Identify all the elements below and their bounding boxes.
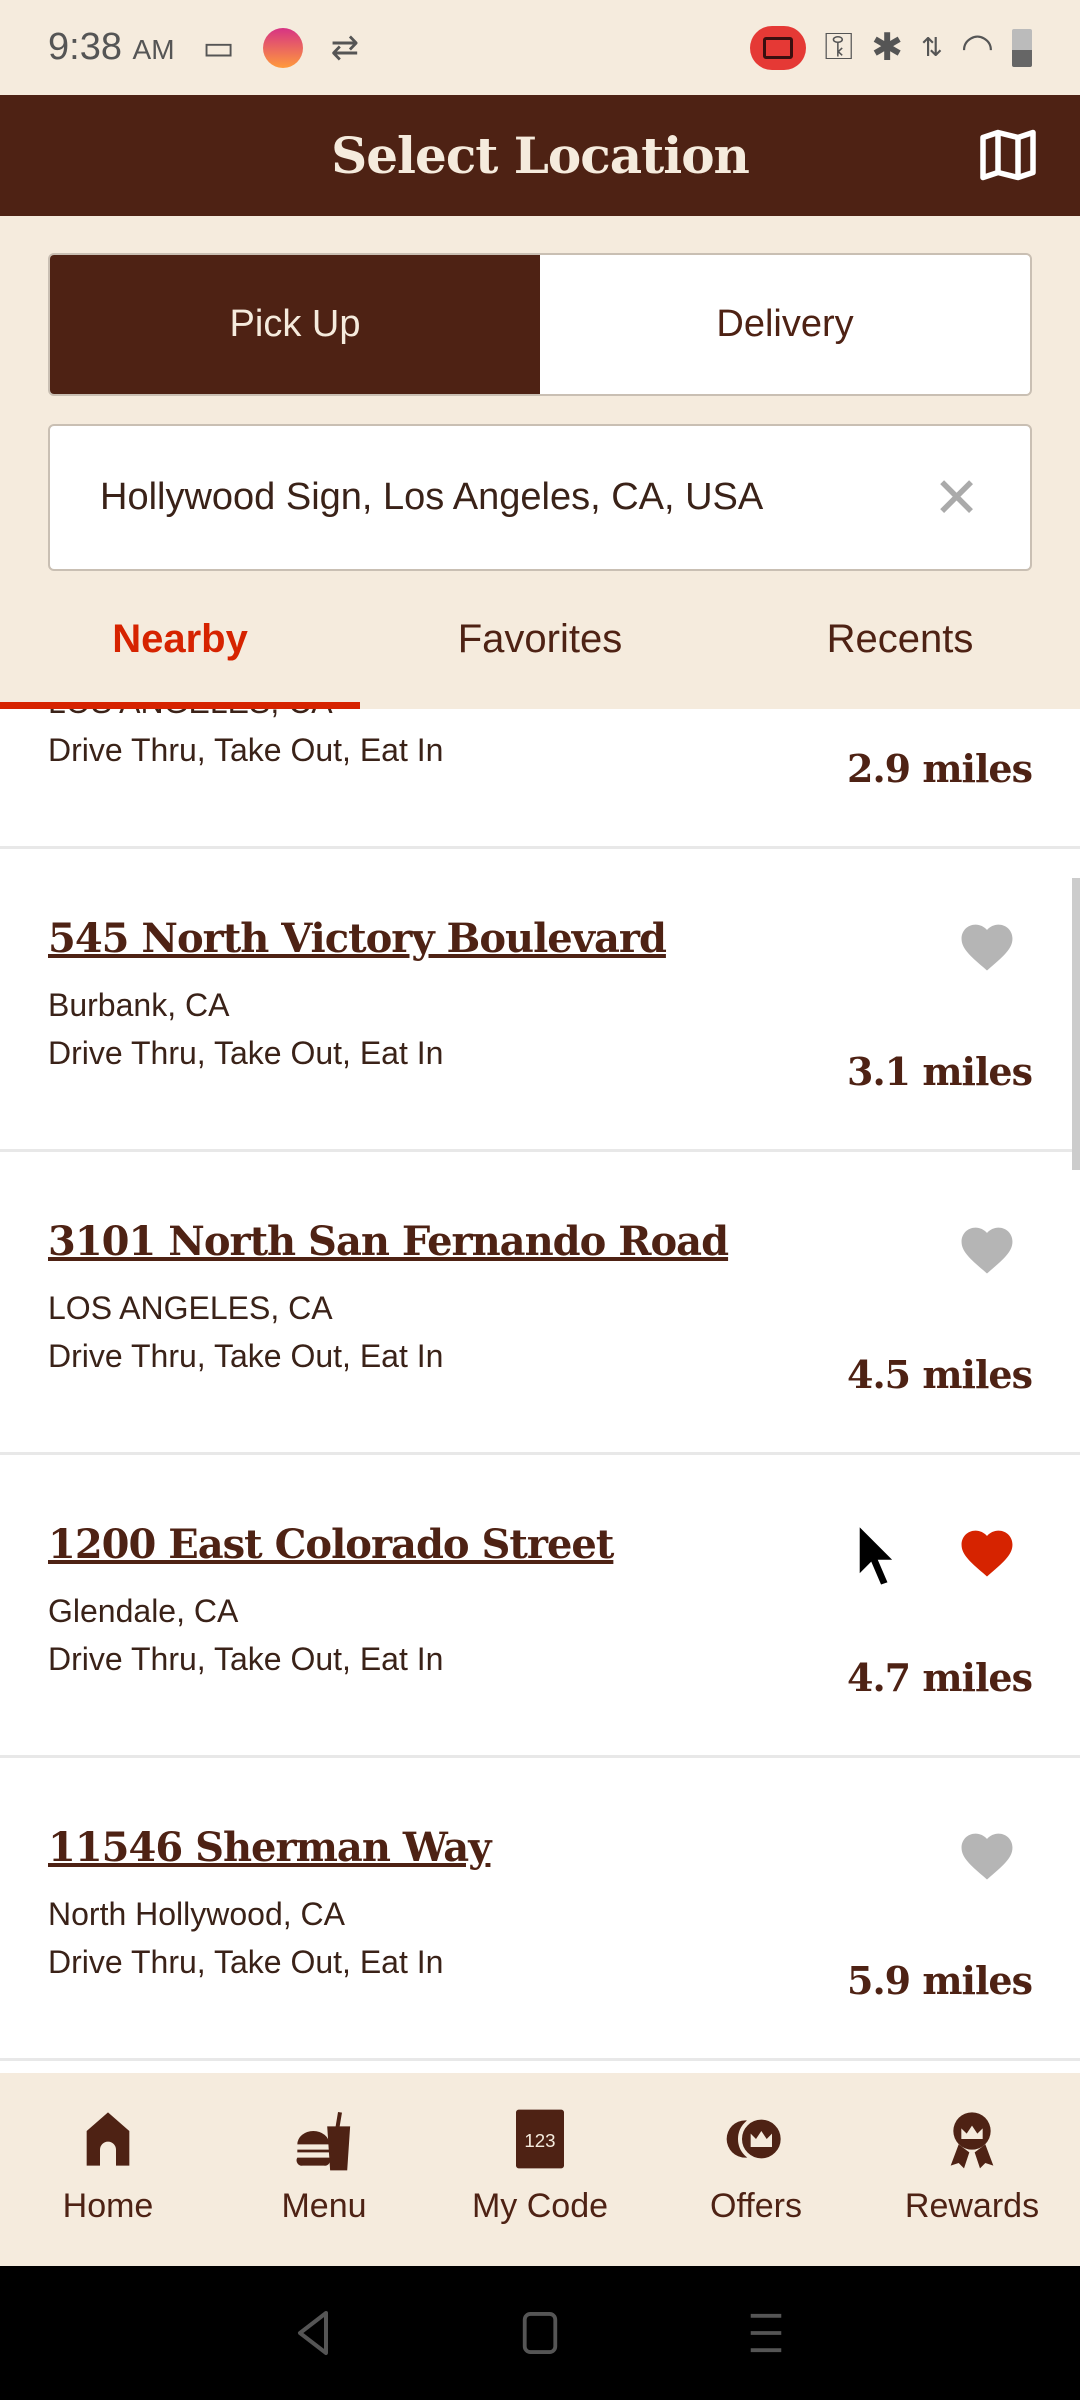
offers-icon	[726, 2115, 785, 2163]
location-list: LOS ANGELES, CA Drive Thru, Take Out, Ea…	[0, 709, 1080, 2073]
screen-record-icon: ▭	[202, 28, 235, 67]
location-distance: 2.9 miles	[847, 746, 1033, 791]
menu-icon	[296, 2112, 351, 2171]
app-header: Select Location	[0, 95, 1080, 216]
scrollbar[interactable]	[1072, 878, 1080, 1170]
page-title: Select Location	[331, 126, 750, 185]
list-item[interactable]: 545 North Victory Boulevard Burbank, CA …	[0, 849, 1080, 1152]
vpn-key-icon: ⚿	[824, 26, 854, 68]
status-bar: 9:38 AM ▭ ⇄ ⚿ ✱ ⇅ ◠	[0, 0, 1080, 95]
tab-favorites[interactable]: Favorites	[360, 605, 720, 708]
tab-nearby[interactable]: Nearby	[0, 605, 360, 708]
bottom-nav: Home Menu 123 My Code Offers Rewards	[0, 2073, 1080, 2266]
pickup-button[interactable]: Pick Up	[50, 255, 540, 394]
list-item[interactable]: 11546 Sherman Way North Hollywood, CA Dr…	[0, 1758, 1080, 2061]
delivery-button[interactable]: Delivery	[540, 255, 1030, 394]
rewards-icon	[950, 2112, 994, 2169]
heart-icon-favorited[interactable]	[956, 1523, 1018, 1579]
nav-menu[interactable]: Menu	[216, 2073, 432, 2266]
location-distance: 3.1 miles	[847, 1049, 1033, 1094]
nav-label: My Code	[471, 2187, 609, 2225]
location-search-input[interactable]: Hollywood Sign, Los Angeles, CA, USA ✕	[48, 424, 1032, 571]
nav-label: Menu	[281, 2187, 367, 2225]
nav-offers[interactable]: Offers	[648, 2073, 864, 2266]
back-icon[interactable]	[294, 2309, 334, 2357]
location-tabs: Nearby Favorites Recents	[0, 605, 1080, 708]
home-button-icon[interactable]	[522, 2312, 558, 2354]
active-tab-indicator	[0, 702, 360, 709]
location-city: North Hollywood, CA	[48, 1896, 345, 1932]
search-value: Hollywood Sign, Los Angeles, CA, USA	[100, 476, 764, 518]
mouse-cursor-icon	[856, 1520, 899, 1589]
location-distance: 4.5 miles	[847, 1352, 1033, 1397]
location-services: Drive Thru, Take Out, Eat In	[48, 1641, 444, 1677]
location-title[interactable]: 11546 Sherman Way	[48, 1824, 491, 1871]
recording-icon	[750, 25, 807, 70]
location-city: Burbank, CA	[48, 987, 230, 1023]
app-notification-icon	[262, 27, 303, 68]
list-item[interactable]: 3101 North San Fernando Road LOS ANGELES…	[0, 1152, 1080, 1455]
svg-text:123: 123	[524, 2130, 555, 2151]
order-mode-toggle: Pick Up Delivery	[48, 253, 1032, 396]
home-icon	[86, 2112, 130, 2166]
wifi-icon: ◠	[960, 27, 994, 69]
nav-label: Home	[62, 2187, 154, 2225]
location-city: LOS ANGELES, CA	[48, 1290, 333, 1326]
sync-icon: ⇄	[330, 28, 360, 67]
heart-icon[interactable]	[956, 1826, 1018, 1882]
system-nav-bar	[0, 2266, 1080, 2400]
location-services: Drive Thru, Take Out, Eat In	[48, 1035, 444, 1071]
location-distance: 5.9 miles	[847, 1958, 1033, 2003]
location-services: Drive Thru, Take Out, Eat In	[48, 1338, 444, 1374]
battery-icon	[1012, 28, 1032, 67]
heart-icon[interactable]	[956, 1220, 1018, 1276]
tab-recents[interactable]: Recents	[720, 605, 1080, 708]
location-title[interactable]: 545 North Victory Boulevard	[48, 915, 667, 962]
nav-rewards[interactable]: Rewards	[864, 2073, 1080, 2266]
list-item[interactable]: 1200 East Colorado Street Glendale, CA D…	[0, 1455, 1080, 1758]
location-distance: 4.7 miles	[847, 1655, 1033, 1700]
nav-label: Rewards	[904, 2187, 1040, 2225]
clear-icon[interactable]: ✕	[933, 465, 980, 531]
location-title[interactable]: 3101 North San Fernando Road	[48, 1218, 729, 1265]
location-title[interactable]: 1200 East Colorado Street	[48, 1521, 614, 1568]
list-item[interactable]: LOS ANGELES, CA Drive Thru, Take Out, Ea…	[0, 709, 1080, 849]
recents-icon[interactable]	[746, 2312, 786, 2354]
location-services: Drive Thru, Take Out, Eat In	[48, 732, 444, 768]
data-arrows-icon: ⇅	[921, 32, 943, 62]
location-city: LOS ANGELES, CA	[48, 709, 333, 721]
bluetooth-icon: ✱	[871, 27, 904, 69]
nav-my-code[interactable]: 123 My Code	[432, 2073, 648, 2266]
location-city: Glendale, CA	[48, 1593, 239, 1629]
code-icon: 123	[516, 2109, 564, 2169]
nav-label: Offers	[710, 2187, 802, 2225]
nav-home[interactable]: Home	[0, 2073, 216, 2266]
location-services: Drive Thru, Take Out, Eat In	[48, 1944, 444, 1980]
heart-icon[interactable]	[956, 917, 1018, 973]
map-icon[interactable]	[976, 125, 1040, 185]
clock: 9:38 AM	[48, 26, 175, 68]
